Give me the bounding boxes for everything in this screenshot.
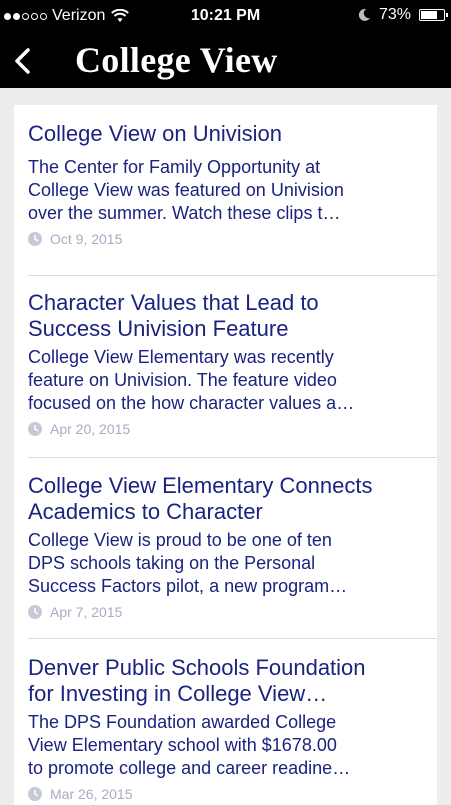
chevron-left-icon (15, 48, 30, 74)
news-item-title[interactable]: Character Values that Lead to Success Un… (28, 290, 409, 342)
clock-icon (28, 787, 42, 801)
news-item-date: Apr 7, 2015 (28, 604, 409, 620)
title-line: for Investing in College View… (28, 681, 328, 706)
news-item-title[interactable]: Denver Public Schools Foundation for Inv… (28, 655, 409, 707)
moon-icon (358, 8, 370, 21)
excerpt-line: to promote college and career readine… (28, 758, 351, 778)
news-item-title[interactable]: College View Elementary Connects Academi… (28, 473, 409, 525)
excerpt-line: College View Elementary was recently (28, 347, 334, 367)
news-item-excerpt: The DPS Foundation awarded College View … (28, 711, 409, 780)
excerpt-line: College View was featured on Univision (28, 180, 344, 200)
divider (28, 457, 437, 458)
battery-percent: 73% (378, 6, 411, 23)
news-item-excerpt: College View Elementary was recently fea… (28, 346, 409, 415)
news-item-excerpt: The Center for Family Opportunity at Col… (28, 156, 409, 225)
news-item[interactable]: Denver Public Schools Foundation for Inv… (28, 655, 409, 802)
title-line: College View Elementary Connects (28, 473, 373, 498)
news-item-date: Oct 9, 2015 (28, 231, 409, 247)
title-line: Character Values that Lead to (28, 290, 319, 315)
news-item-excerpt: College View is proud to be one of ten D… (28, 529, 409, 598)
battery-icon (419, 9, 448, 21)
excerpt-line: Success Factors pilot, a new program… (28, 576, 348, 596)
date-text: Oct 9, 2015 (50, 231, 123, 247)
news-item[interactable]: Character Values that Lead to Success Un… (28, 290, 409, 437)
excerpt-line: View Elementary school with $1678.00 (28, 735, 337, 755)
news-item-title[interactable]: College View on Univision (28, 121, 409, 147)
battery-fill (421, 11, 438, 19)
news-item-date: Apr 20, 2015 (28, 421, 409, 437)
excerpt-line: over the summer. Watch these clips t… (28, 203, 341, 223)
page-title: College View (75, 40, 278, 80)
status-bar: Verizon 10:21 PM 73% (0, 0, 451, 33)
excerpt-line: focused on the how character values a… (28, 393, 355, 413)
divider (28, 638, 437, 639)
navigation-bar: College View (0, 33, 451, 88)
news-item[interactable]: College View Elementary Connects Academi… (28, 473, 409, 620)
news-item[interactable]: College View on Univision The Center for… (28, 121, 409, 247)
back-button[interactable] (8, 41, 42, 81)
excerpt-line: feature on Univision. The feature video (28, 370, 337, 390)
news-list: College View on Univision The Center for… (14, 105, 437, 805)
divider (28, 275, 437, 276)
title-line: Academics to Character (28, 499, 263, 524)
title-line: Success Univision Feature (28, 316, 289, 341)
clock-icon (28, 232, 42, 246)
date-text: Apr 20, 2015 (50, 421, 131, 437)
date-text: Apr 7, 2015 (50, 604, 123, 620)
excerpt-line: The Center for Family Opportunity at (28, 157, 321, 177)
title-line: College View on Univision (28, 121, 282, 146)
excerpt-line: The DPS Foundation awarded College (28, 712, 337, 732)
clock-icon (28, 422, 42, 436)
status-right-group: 73% (357, 6, 448, 24)
title-line: Denver Public Schools Foundation (28, 655, 366, 680)
excerpt-line: College View is proud to be one of ten (28, 530, 332, 550)
excerpt-line: DPS schools taking on the Personal (28, 553, 316, 573)
clock-icon (28, 605, 42, 619)
